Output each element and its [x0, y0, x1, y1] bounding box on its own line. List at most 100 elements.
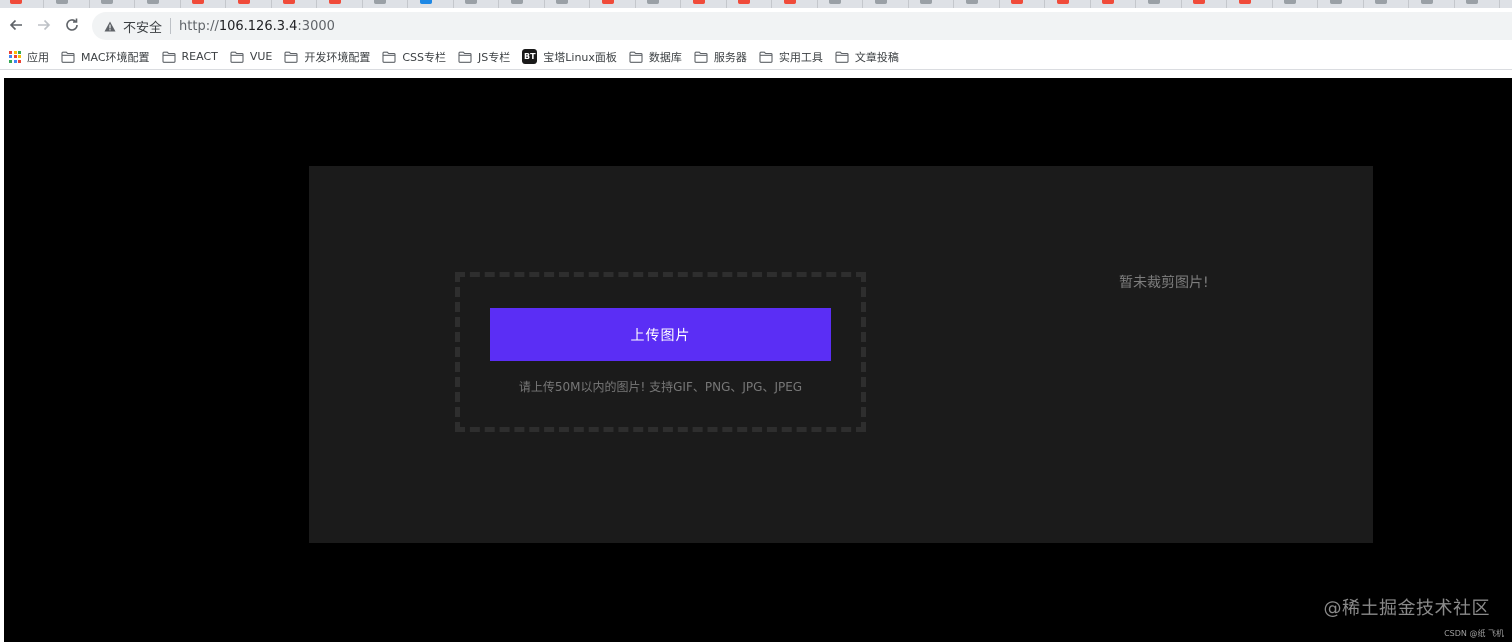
browser-tab[interactable]	[1365, 0, 1409, 8]
browser-tab[interactable]	[228, 0, 272, 8]
bookmarks-bar: 应用 MAC环境配置 REACT VUE 开发环境配置 CSS专栏 JS专栏 BT 宝塔Lin…	[0, 44, 1512, 70]
tab-favicon-icon	[146, 0, 159, 4]
browser-tab[interactable]	[364, 0, 408, 8]
bookmark-item[interactable]: 服务器	[688, 46, 753, 68]
tab-favicon-icon	[1056, 0, 1069, 4]
browser-tab[interactable]	[501, 0, 545, 8]
bookmark-item[interactable]: JS专栏	[452, 46, 516, 68]
bookmark-label: 开发环境配置	[304, 50, 371, 64]
browser-tab[interactable]	[91, 0, 135, 8]
browser-tab[interactable]	[1502, 0, 1512, 8]
bookmark-item[interactable]: BT 宝塔Linux面板	[516, 46, 623, 68]
page-viewport: 上传图片 请上传50M以内的图片! 支持GIF、PNG、JPG、JPEG 暂未裁…	[0, 71, 1512, 642]
browser-tab[interactable]	[592, 0, 636, 8]
bookmark-item[interactable]: CSS专栏	[376, 46, 452, 68]
browser-tab[interactable]	[455, 0, 499, 8]
bookmark-item[interactable]: MAC环境配置	[55, 46, 156, 68]
bookmark-item[interactable]: 开发环境配置	[278, 46, 376, 68]
cropper-panel: 上传图片 请上传50M以内的图片! 支持GIF、PNG、JPG、JPEG 暂未裁…	[309, 166, 1373, 543]
browser-tab[interactable]	[865, 0, 909, 8]
tab-favicon-icon	[1420, 0, 1433, 4]
browser-tab[interactable]	[410, 0, 454, 8]
tab-favicon-icon	[55, 0, 68, 4]
folder-icon	[458, 51, 472, 63]
tab-favicon-icon	[1102, 0, 1114, 4]
bookmark-label: 文章投稿	[854, 50, 899, 64]
upload-hint: 请上传50M以内的图片! 支持GIF、PNG、JPG、JPEG	[518, 380, 803, 394]
bookmark-label: 数据库	[648, 50, 682, 64]
address-bar[interactable]: 不安全 http://106.126.3.4:3000	[92, 12, 1512, 40]
url-host: 106.126.3.4	[218, 18, 298, 34]
bookmark-item[interactable]: 文章投稿	[829, 46, 905, 68]
browser-tab[interactable]	[956, 0, 1000, 8]
reload-button[interactable]	[60, 13, 84, 37]
tab-favicon-icon	[1284, 0, 1296, 4]
browser-tab[interactable]	[1001, 0, 1045, 8]
browser-tab[interactable]	[1274, 0, 1318, 8]
juejin-watermark: @稀土掘金技术社区	[1323, 598, 1490, 619]
url-port: :3000	[297, 18, 335, 34]
crop-preview-empty-text: 暂未裁剪图片!	[1119, 275, 1209, 291]
bookmark-label: CSS专栏	[402, 50, 447, 64]
tab-favicon-icon	[419, 0, 432, 4]
bookmark-label: 实用工具	[778, 50, 823, 64]
browser-tab[interactable]	[0, 0, 44, 8]
tab-favicon-icon	[692, 0, 705, 4]
browser-tab[interactable]	[1138, 0, 1182, 8]
browser-tab[interactable]	[1047, 0, 1091, 8]
tab-favicon-icon	[920, 0, 932, 4]
bookmark-label: JS专栏	[478, 50, 511, 64]
bookmark-item[interactable]: VUE	[224, 46, 279, 68]
tab-favicon-icon	[510, 0, 523, 4]
browser-tab[interactable]	[1183, 0, 1227, 8]
bookmark-label: MAC环境配置	[81, 50, 150, 64]
apps-grid-icon	[9, 50, 21, 63]
browser-tab[interactable]	[1092, 0, 1136, 8]
browser-tab[interactable]	[1456, 0, 1500, 8]
browser-tab[interactable]	[910, 0, 954, 8]
browser-tab[interactable]	[1229, 0, 1273, 8]
tab-favicon-icon	[556, 0, 568, 4]
folder-icon	[629, 51, 643, 63]
cropper-page: 上传图片 请上传50M以内的图片! 支持GIF、PNG、JPG、JPEG 暂未裁…	[4, 78, 1512, 642]
browser-tab[interactable]	[819, 0, 863, 8]
browser-tab[interactable]	[774, 0, 818, 8]
browser-tab[interactable]	[182, 0, 226, 8]
tab-favicon-icon	[1329, 0, 1342, 4]
bookmark-item[interactable]: 实用工具	[753, 46, 829, 68]
browser-tab[interactable]	[683, 0, 727, 8]
tab-favicon-icon	[783, 0, 796, 4]
tab-favicon-icon	[1193, 0, 1205, 4]
browser-tab[interactable]	[546, 0, 590, 8]
browser-tab[interactable]	[137, 0, 181, 8]
tab-favicon-icon	[829, 0, 841, 4]
tab-favicon-icon	[1466, 0, 1478, 4]
upload-dropzone[interactable]: 上传图片 请上传50M以内的图片! 支持GIF、PNG、JPG、JPEG	[455, 272, 866, 432]
upload-image-button[interactable]: 上传图片	[490, 308, 831, 361]
folder-icon	[161, 51, 176, 63]
bookmark-item[interactable]: 数据库	[623, 46, 688, 68]
back-button[interactable]	[4, 13, 28, 37]
security-label[interactable]: 不安全	[123, 17, 162, 36]
browser-tab[interactable]	[1320, 0, 1364, 8]
bookmark-apps[interactable]: 应用	[0, 46, 55, 68]
browser-tab[interactable]	[319, 0, 363, 8]
browser-tab[interactable]	[46, 0, 90, 8]
forward-button[interactable]	[32, 13, 56, 37]
tab-favicon-icon	[647, 0, 659, 4]
bookmark-item[interactable]: REACT	[156, 46, 224, 68]
url-text[interactable]: http://106.126.3.4:3000	[179, 19, 335, 34]
bt-badge: BT	[522, 49, 538, 64]
browser-tab[interactable]	[728, 0, 772, 8]
tab-favicon-icon	[1011, 0, 1023, 4]
folder-icon	[835, 51, 849, 63]
folder-icon	[230, 51, 244, 63]
folder-icon	[284, 51, 298, 63]
browser-tab[interactable]	[273, 0, 317, 8]
csdn-credit: CSDN @纸 飞机	[1444, 629, 1504, 638]
browser-tab[interactable]	[637, 0, 681, 8]
bookmark-label: 服务器	[713, 50, 747, 64]
browser-tab[interactable]	[1411, 0, 1455, 8]
arrow-right-icon	[38, 19, 51, 31]
tab-favicon-icon	[965, 0, 978, 4]
